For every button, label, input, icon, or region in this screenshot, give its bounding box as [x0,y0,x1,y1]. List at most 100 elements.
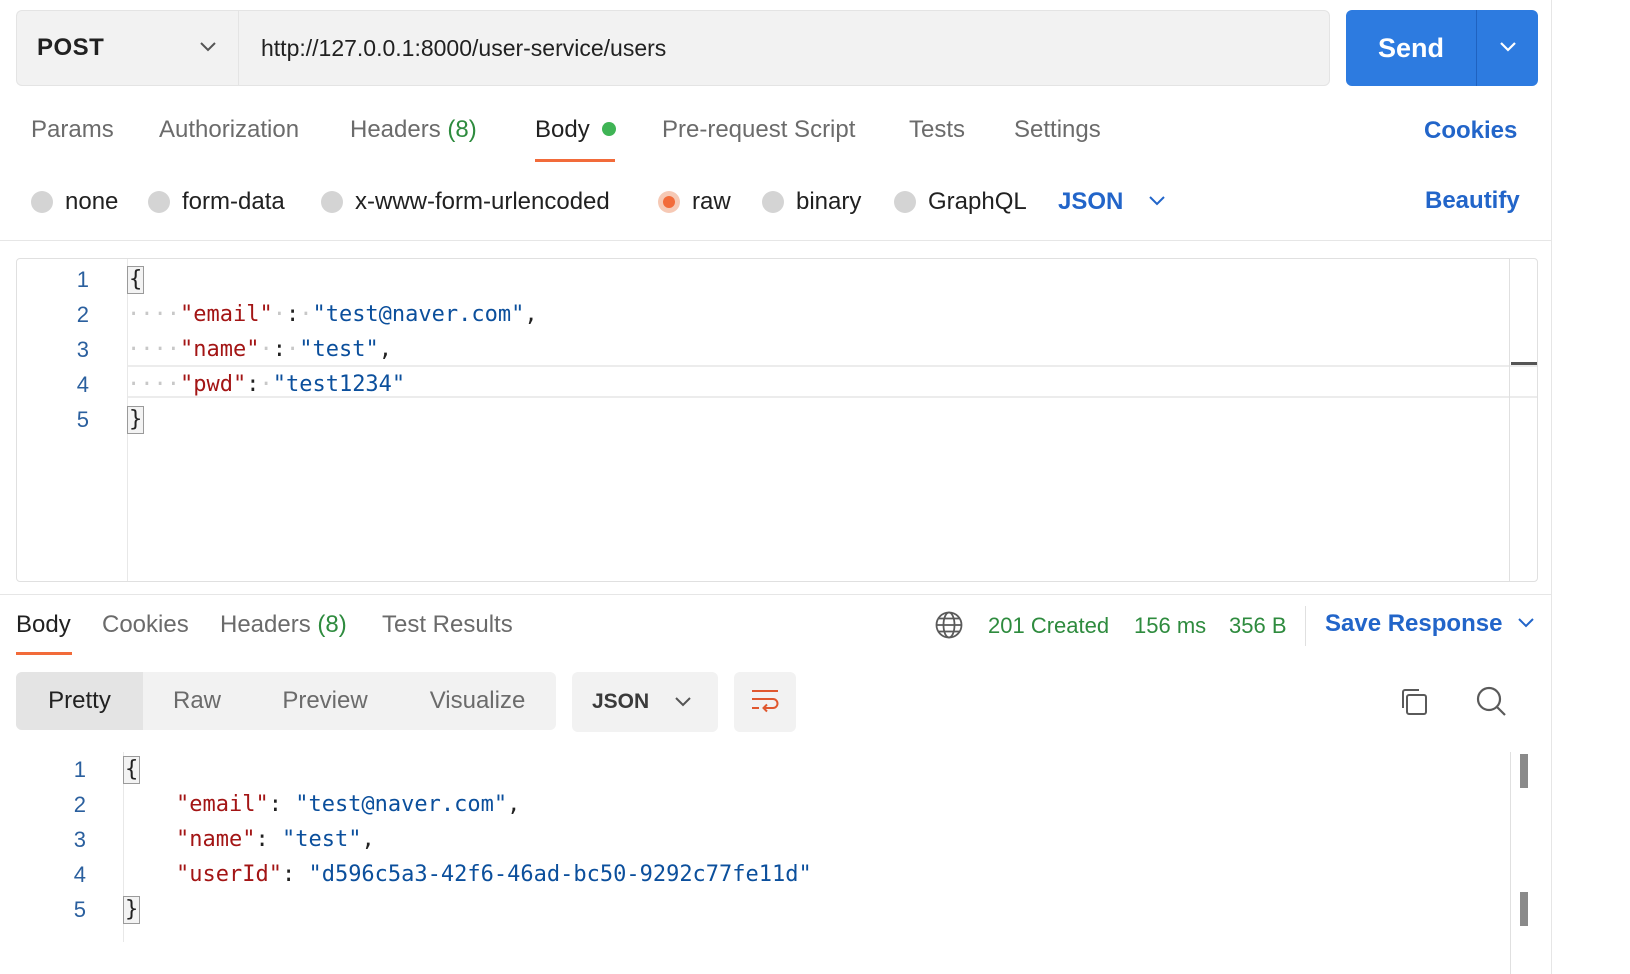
line-number: 1 [76,267,89,292]
chevron-down-icon [673,690,693,714]
line-number: 1 [73,757,86,782]
radio-form-data[interactable]: form-data [148,186,285,218]
view-mode-visualize[interactable]: Visualize [399,672,556,730]
view-mode-raw[interactable]: Raw [143,672,251,730]
chevron-down-icon [198,39,218,58]
wrap-lines-button[interactable] [734,672,796,732]
url-input[interactable]: http://127.0.0.1:8000/user-service/users [238,10,1330,86]
response-format-select[interactable]: JSON [572,672,718,732]
response-tab-headers[interactable]: Headers (8) [220,611,347,639]
view-mode-preview[interactable]: Preview [251,672,399,730]
radio-urlencoded[interactable]: x-www-form-urlencoded [321,186,610,218]
json-key: "userId" [175,862,282,887]
line-number: 4 [76,372,89,397]
response-time[interactable]: 156 ms [1134,613,1206,639]
line-number: 5 [73,897,86,922]
radio-raw[interactable]: raw [658,186,731,218]
json-key: "pwd" [179,372,247,397]
tab-headers-count: (8) [447,116,477,143]
tab-params[interactable]: Params [31,116,114,144]
divider [0,240,1552,241]
url-value: http://127.0.0.1:8000/user-service/users [261,34,667,61]
tab-authorization[interactable]: Authorization [159,116,299,144]
radio-form-data-label: form-data [182,188,285,215]
right-pane-border [1551,0,1552,974]
save-response-button[interactable]: Save Response [1325,610,1536,638]
send-button[interactable]: Send [1346,10,1476,86]
radio-circle [148,191,170,213]
chevron-down-icon [1497,39,1519,58]
radio-circle-selected [658,191,680,213]
radio-graphql[interactable]: GraphQL [894,186,1027,218]
status-code[interactable]: 201 Created [988,613,1109,639]
line-number: 2 [73,792,86,817]
copy-icon[interactable] [1398,686,1430,723]
response-body-viewer[interactable]: 1 2 3 4 5 { "email": "test@naver.com", "… [16,752,1526,974]
method-label: POST [37,34,105,61]
tab-headers[interactable]: Headers (8) [350,116,477,144]
json-value: "test1234" [272,372,406,397]
json-value: "test@naver.com" [312,302,525,327]
json-value: "test" [281,827,362,852]
scrollbar-track [1510,752,1511,974]
json-key: "email" [175,792,269,817]
beautify-link[interactable]: Beautify [1425,187,1520,215]
radio-none[interactable]: none [31,186,118,218]
tab-settings[interactable]: Settings [1014,116,1101,144]
response-size[interactable]: 356 B [1229,613,1287,639]
request-body-editor[interactable]: 1 2 3 4 5 { ····"email"·:·"test@naver.co… [16,258,1538,582]
json-key: "name" [175,827,256,852]
response-tab-body[interactable]: Body [16,611,71,639]
send-label: Send [1377,32,1444,63]
line-number: 5 [76,407,89,432]
chevron-down-icon [1147,193,1167,212]
radio-circle [762,191,784,213]
active-tab-indicator [16,652,72,655]
scrollbar-marker[interactable] [1511,362,1537,365]
radio-graphql-label: GraphQL [928,188,1027,215]
language-select[interactable]: JSON [1058,186,1167,218]
language-label: JSON [1058,188,1124,215]
view-mode-pretty[interactable]: Pretty [16,672,143,730]
line-number: 3 [76,337,89,362]
cookies-link[interactable]: Cookies [1424,117,1517,145]
response-tab-cookies[interactable]: Cookies [102,611,189,639]
radio-circle [894,191,916,213]
scrollbar-thumb[interactable] [1520,754,1528,788]
response-tab-headers-label: Headers [220,611,311,638]
radio-urlencoded-label: x-www-form-urlencoded [355,188,610,215]
scrollbar-track [1509,259,1510,581]
json-key: "email" [179,302,273,327]
tab-body[interactable]: Body [535,116,617,144]
open-brace: { [127,266,145,294]
json-value: "test" [299,337,379,362]
close-brace: } [123,896,141,924]
search-icon[interactable] [1474,684,1508,723]
radio-binary-label: binary [796,188,862,215]
view-mode-segmented-control: Pretty Raw Preview Visualize [16,672,556,730]
save-response-label: Save Response [1325,610,1503,637]
line-number: 4 [73,862,86,887]
response-tab-test-results[interactable]: Test Results [382,611,513,639]
chevron-down-icon [1516,615,1536,634]
format-label: JSON [592,690,650,713]
response-tab-headers-count: (8) [317,611,347,638]
tab-tests[interactable]: Tests [909,116,965,144]
method-select[interactable]: POST [16,10,238,86]
radio-raw-label: raw [692,188,731,215]
radio-circle [31,191,53,213]
tab-headers-label: Headers [350,116,441,143]
line-number: 3 [73,827,86,852]
line-number: 2 [76,302,89,327]
scrollbar-thumb[interactable] [1520,892,1528,926]
json-value: "d596c5a3-42f6-46ad-bc50-9292c77fe11d" [308,862,812,887]
tab-prerequest-script[interactable]: Pre-request Script [662,116,855,144]
divider [1305,606,1306,646]
divider [0,594,1552,595]
tab-body-label: Body [535,116,590,143]
radio-none-label: none [65,188,119,215]
json-key: "name" [179,337,260,362]
radio-binary[interactable]: binary [762,186,861,218]
send-options-button[interactable] [1476,10,1538,86]
globe-icon[interactable] [934,610,964,645]
